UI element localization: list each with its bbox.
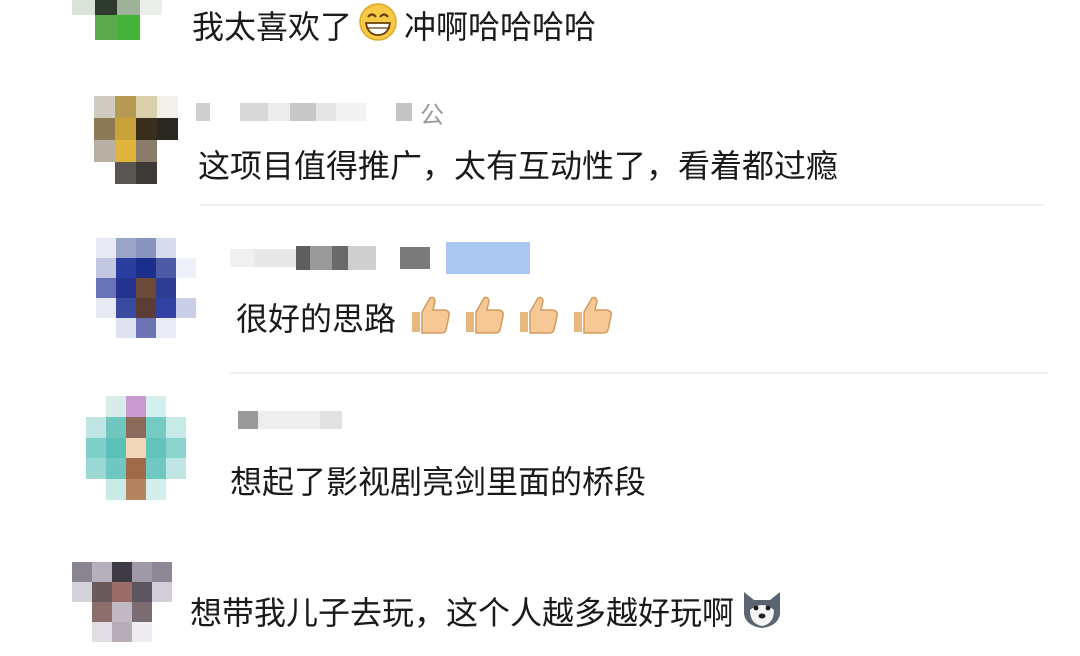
grinning-face-icon xyxy=(356,2,400,51)
divider xyxy=(200,204,1044,206)
thumbs-up-icon xyxy=(460,292,508,345)
comment-text: 这项目值得推广，太有互动性了，看着都过瘾 xyxy=(198,147,839,185)
avatar[interactable] xyxy=(72,562,172,642)
comment-item[interactable]: 想带我儿子去玩，这个人越多越好玩啊 xyxy=(0,556,1080,656)
comment-item[interactable]: 想起了影视剧亮剑里面的桥段 xyxy=(0,392,1080,532)
divider xyxy=(230,372,1048,374)
comment-text: 很好的思路 xyxy=(236,292,616,345)
username[interactable] xyxy=(238,408,342,432)
husky-dog-icon xyxy=(738,586,786,639)
username[interactable]: 公 xyxy=(196,98,444,129)
avatar[interactable] xyxy=(72,0,162,40)
user-badge xyxy=(446,242,530,274)
comment-item[interactable]: 很好的思路 xyxy=(0,230,1080,370)
avatar[interactable] xyxy=(96,238,196,338)
thumbs-up-icon xyxy=(406,292,454,345)
avatar[interactable] xyxy=(94,96,178,184)
thumbs-up-icon xyxy=(568,292,616,345)
comment-item[interactable]: 我太喜欢了 冲啊哈哈哈哈 xyxy=(0,0,1080,60)
comment-item[interactable]: 公 这项目值得推广，太有互动性了，看着都过瘾 xyxy=(0,90,1080,200)
comment-text: 想起了影视剧亮剑里面的桥段 xyxy=(230,463,647,501)
thumbs-up-icon xyxy=(514,292,562,345)
avatar[interactable] xyxy=(86,396,186,500)
comment-text: 我太喜欢了 冲啊哈哈哈哈 xyxy=(192,2,596,51)
comment-text: 想带我儿子去玩，这个人越多越好玩啊 xyxy=(190,586,786,639)
username[interactable] xyxy=(230,238,530,278)
